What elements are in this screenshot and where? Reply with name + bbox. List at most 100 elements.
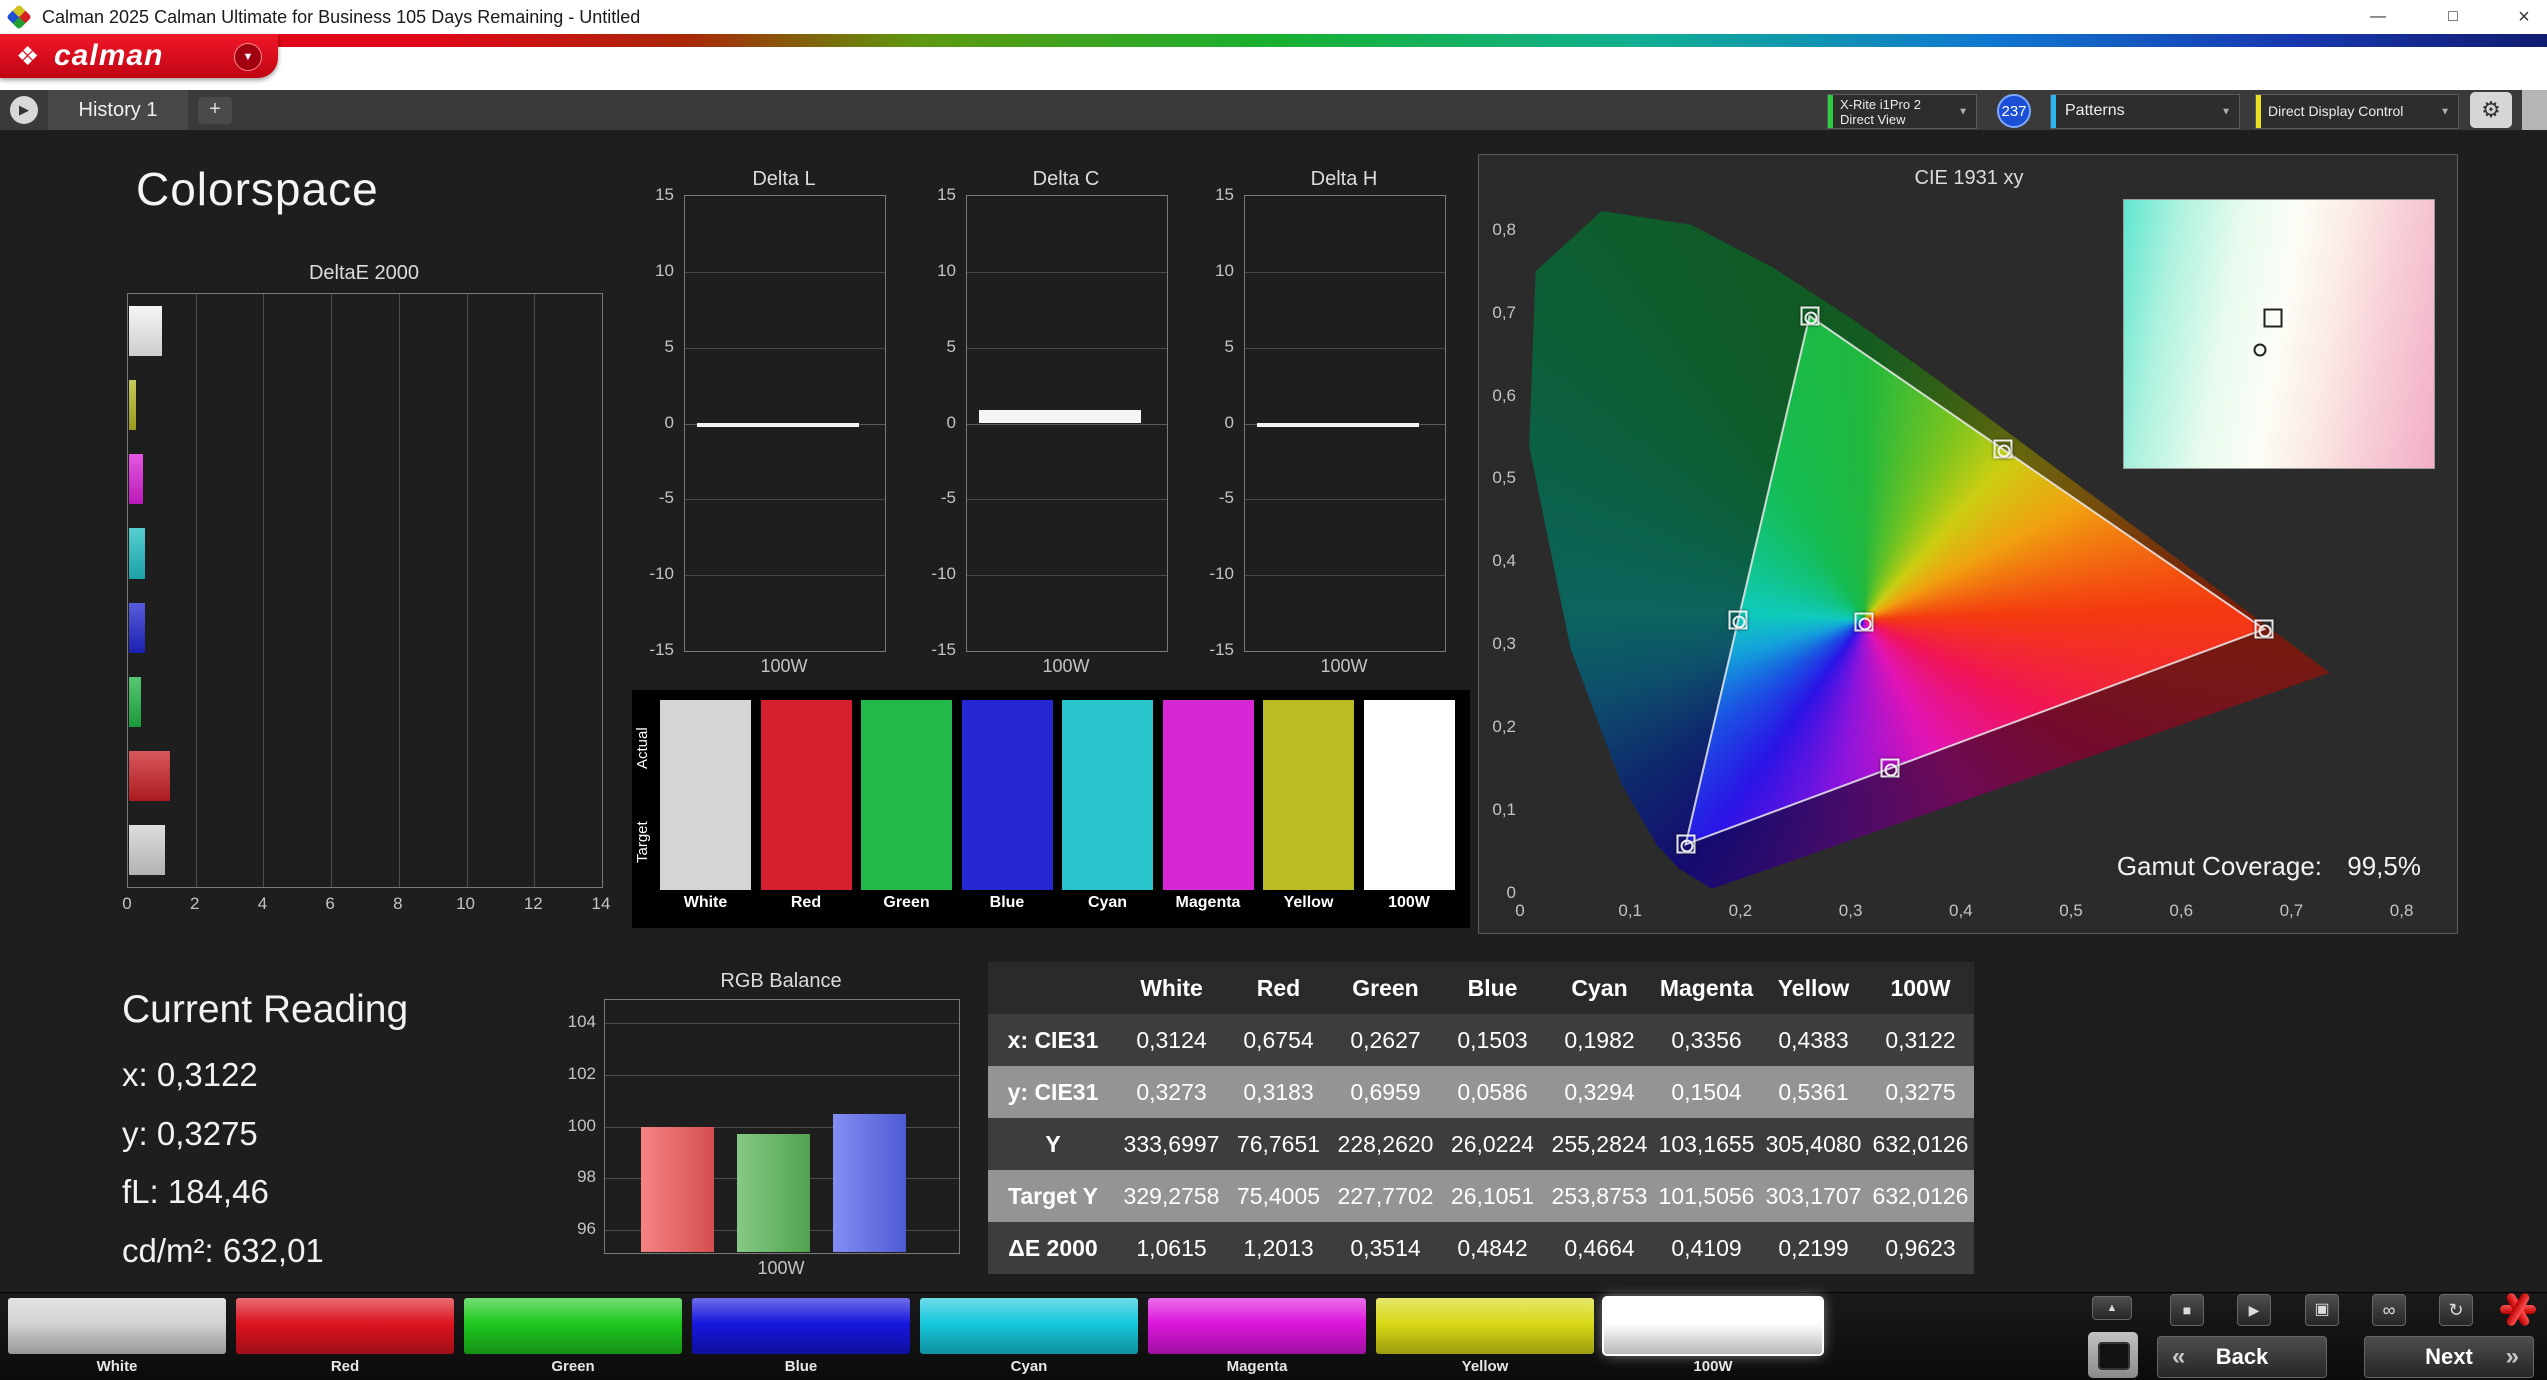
table-cell: 227,7702 (1337, 1183, 1434, 1209)
delta-gridline (967, 271, 1167, 273)
calman-logo[interactable]: ❖ calman ▼ (0, 34, 278, 78)
cie-ytick: 0,7 (1492, 302, 1516, 322)
cie-xtick: 0,6 (2169, 901, 2194, 920)
pattern-button-red[interactable]: Red (236, 1298, 454, 1378)
pattern-button-magenta[interactable]: Magenta (1148, 1298, 1366, 1378)
history-play-icon[interactable]: ▶ (10, 96, 38, 124)
swatch-label: Yellow (1283, 894, 1334, 911)
cie-ytick: 0,5 (1492, 468, 1516, 488)
pattern-label: Yellow (1461, 1358, 1509, 1375)
deltae-bar-cyan (129, 528, 145, 579)
display-control-accent-bar (2256, 95, 2261, 128)
table-row-label: Y (1045, 1131, 1061, 1157)
cie-marker-dot-white (1858, 617, 1872, 631)
pattern-swatch (1376, 1298, 1594, 1354)
table-cell: 75,4005 (1236, 1183, 1321, 1209)
back-button[interactable]: « Back (2157, 1336, 2327, 1378)
pattern-button-yellow[interactable]: Yellow (1376, 1298, 1594, 1378)
meter-dropdown[interactable]: X-Rite i1Pro 2 Direct View ▼ (1827, 94, 1977, 129)
save-icon[interactable]: ▣ (2305, 1294, 2339, 1326)
pattern-button-blue[interactable]: Blue (692, 1298, 910, 1378)
add-tab-button[interactable]: + (198, 97, 232, 124)
swatch-red (760, 700, 852, 890)
cie-xtick: 0,7 (2279, 901, 2304, 920)
next-button[interactable]: Next » (2364, 1336, 2534, 1378)
deltae-gridline (466, 294, 468, 887)
delta-gridline (1245, 271, 1445, 273)
rgb-bar-green (737, 1134, 810, 1252)
calman-asterisk-icon[interactable] (2498, 1289, 2538, 1329)
swatch-label: White (683, 894, 728, 911)
minimize-icon[interactable]: — (2355, 0, 2401, 34)
play-icon[interactable]: ▶ (2237, 1294, 2271, 1326)
delta-ytick: 15 (655, 185, 674, 204)
delta-ytick: 5 (1224, 336, 1234, 356)
table-cell: 26,0224 (1450, 1131, 1535, 1157)
display-control-dropdown[interactable]: Direct Display Control ▼ (2255, 94, 2459, 129)
white-point-inset (2123, 199, 2435, 469)
table-row-label: x: CIE31 (1007, 1027, 1099, 1053)
pattern-button-100w[interactable]: 100W (1604, 1298, 1822, 1378)
gamut-coverage-value: 99,5% (2347, 851, 2421, 881)
link-icon[interactable]: ∞ (2372, 1294, 2406, 1326)
table-cell: 0,3124 (1136, 1027, 1207, 1053)
settings-gear-icon[interactable]: ⚙ (2470, 92, 2512, 128)
logo-menu-chevron-icon[interactable]: ▼ (234, 43, 262, 71)
deltae-bar-white (129, 824, 165, 875)
chevron-down-icon: ▼ (1958, 106, 1968, 117)
rgb-balance-chart (604, 999, 960, 1254)
table-col-header: Red (1256, 975, 1301, 1001)
current-reading-line: fL: 184,46 (122, 1173, 269, 1210)
pattern-label: White (96, 1358, 138, 1375)
cie-xtick: 0,5 (2059, 901, 2083, 920)
delta-ytick: -5 (940, 488, 956, 508)
target-row-label: Target (634, 821, 651, 863)
stop-icon[interactable]: ■ (2170, 1294, 2204, 1326)
table-cell: 255,2824 (1551, 1131, 1648, 1157)
restore-icon[interactable]: □ (2430, 0, 2476, 34)
pattern-window-button[interactable] (2088, 1332, 2138, 1378)
delta-value-bar (979, 409, 1141, 424)
delta-ytick: 0 (664, 412, 674, 432)
deltae-xtick: 2 (189, 894, 200, 913)
rgb-balance-title: RGB Balance (720, 970, 842, 992)
chevron-down-icon: ▼ (2440, 106, 2450, 117)
delta-chart-delta-l (684, 195, 886, 652)
table-cell: 0,1982 (1564, 1027, 1635, 1053)
table-cell: 0,6754 (1243, 1027, 1314, 1053)
tab-history-1[interactable]: History 1 (48, 90, 188, 130)
table-cell: 0,4842 (1457, 1235, 1528, 1261)
swatch-cyan (1062, 700, 1153, 890)
close-icon[interactable]: × (2501, 0, 2547, 34)
meter-count-badge[interactable]: 237 (1997, 94, 2031, 128)
cie-ytick: 0 (1506, 883, 1516, 902)
swatch-white (660, 700, 751, 890)
swatch-yellow (1263, 700, 1354, 890)
pattern-button-white[interactable]: White (8, 1298, 226, 1378)
deltae-bar-magenta (129, 454, 143, 505)
page-title: Colorspace (136, 163, 379, 215)
table-cell: 0,3122 (1885, 1027, 1956, 1053)
pattern-button-green[interactable]: Green (464, 1298, 682, 1378)
table-cell: 0,4109 (1671, 1235, 1742, 1261)
pattern-swatch-gloss (236, 1298, 454, 1354)
next-label: Next (2425, 1344, 2473, 1369)
table-row: x: CIE31 0,3124 0,6754 0,2627 0,1503 0,1982 0,… (988, 1014, 1974, 1066)
swatch-blue (961, 700, 1053, 890)
delta-xlabel: 100W (1320, 656, 1368, 676)
deltae-chart (127, 293, 603, 888)
header-band (0, 47, 2547, 90)
swatch-label: Green (883, 894, 930, 911)
pattern-swatch (920, 1298, 1138, 1354)
pattern-swatch-gloss (1604, 1298, 1822, 1354)
swatch-100w (1363, 700, 1455, 890)
gamut-coverage: Gamut Coverage: 99,5% (2117, 851, 2421, 882)
pattern-label: Green (551, 1358, 595, 1375)
patterns-dropdown[interactable]: Patterns ▼ (2050, 94, 2240, 129)
pattern-button-cyan[interactable]: Cyan (920, 1298, 1138, 1378)
delta-chart-title: Delta C (1032, 168, 1100, 190)
table-cell: 0,3273 (1136, 1079, 1207, 1105)
collapse-up-icon[interactable]: ▲ (2092, 1296, 2132, 1320)
table-col-header: Green (1352, 975, 1419, 1001)
refresh-icon[interactable]: ↻ (2439, 1294, 2473, 1326)
